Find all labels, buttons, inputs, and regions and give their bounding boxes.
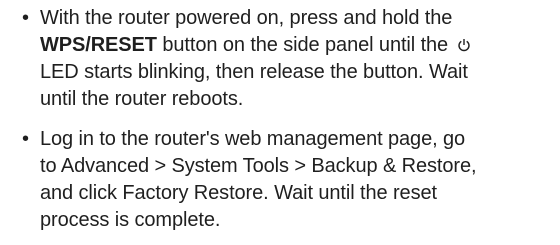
line: and click Factory Restore. Wait until th… <box>40 182 437 204</box>
list-item: • Log in to the router's web management … <box>0 126 560 241</box>
line: With the router powered on, press and ho… <box>40 7 453 29</box>
line: process is complete. <box>40 209 221 231</box>
line: to Advanced > System Tools > Backup & Re… <box>40 155 477 177</box>
line: Log in to the router's web management pa… <box>40 128 466 150</box>
instruction-text: Log in to the router's web management pa… <box>40 126 555 234</box>
menu-backup-restore: Backup & Restore <box>311 155 471 177</box>
line: until the router reboots. <box>40 88 244 110</box>
factory-restore-label: Factory Restore <box>122 182 264 204</box>
menu-advanced: Advanced <box>60 155 149 177</box>
menu-system-tools: System Tools <box>171 155 289 177</box>
instruction-text: With the router powered on, press and ho… <box>40 5 555 113</box>
list-item: • With the router powered on, press and … <box>0 5 560 115</box>
line: WPS/RESET button on the side panel until… <box>40 32 555 59</box>
bullet: • <box>22 7 30 29</box>
line: LED starts blinking, then release the bu… <box>40 61 468 83</box>
bullet: • <box>22 128 30 150</box>
power-icon <box>457 39 470 52</box>
wps-reset-button-label: WPS/RESET <box>40 34 157 56</box>
